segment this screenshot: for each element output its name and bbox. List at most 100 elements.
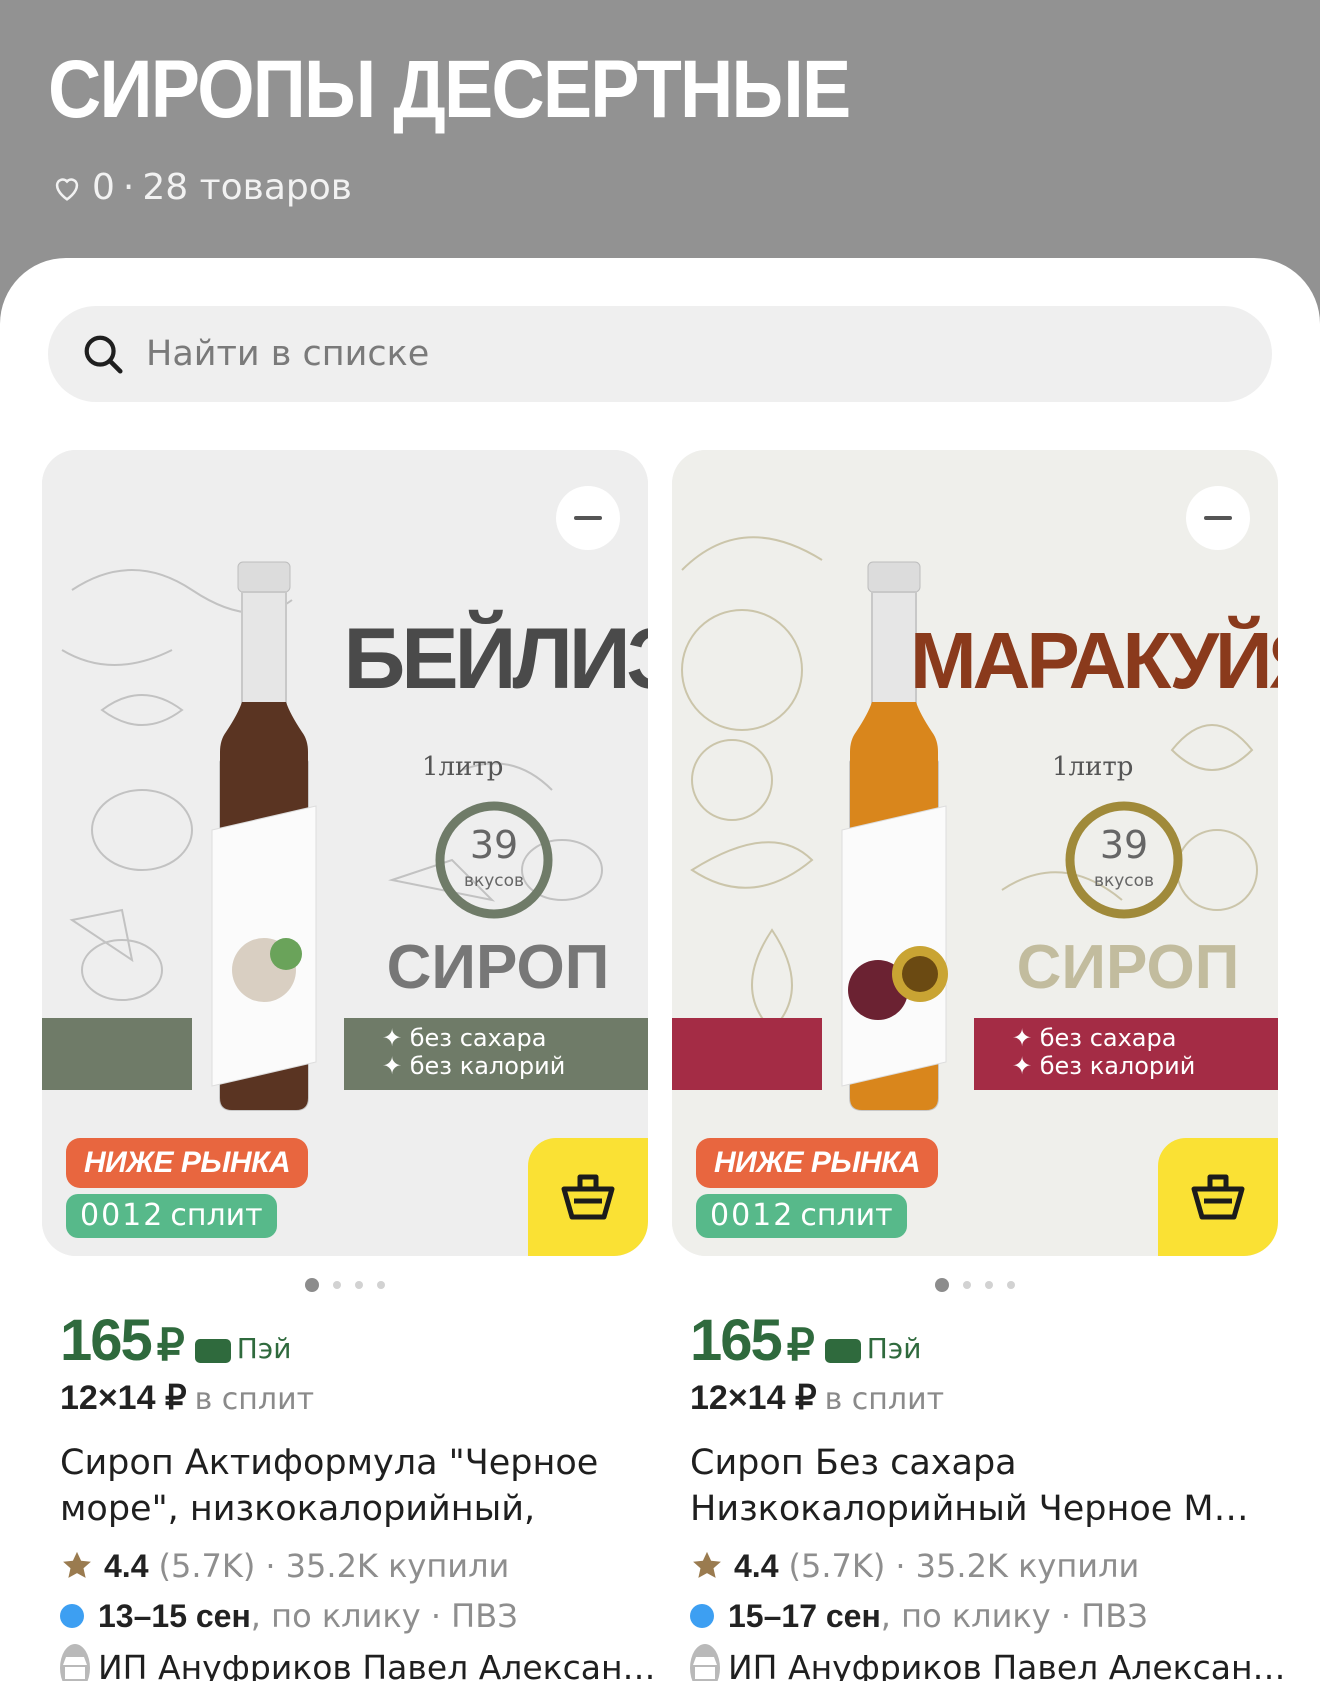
star-icon bbox=[63, 1551, 91, 1578]
product-image[interactable]: БЕЙЛИЗ 1литр 39 вкусов СИРОП ✦ без сахар… bbox=[42, 450, 648, 1256]
below-market-badge: НИЖЕ РЫНКА bbox=[696, 1138, 939, 1188]
price-currency: ₽ bbox=[156, 1321, 185, 1370]
pagination-dot[interactable] bbox=[377, 1281, 385, 1289]
split-code: 0012 bbox=[710, 1198, 795, 1233]
add-to-cart-button[interactable] bbox=[528, 1138, 648, 1256]
card-icon bbox=[194, 1339, 231, 1363]
art-flavor: БЕЙЛИЗ bbox=[343, 610, 648, 707]
product-image[interactable]: МАРАКУЙЯ 1литр 39 вкусов СИРОП ✦ без сах… bbox=[672, 450, 1278, 1256]
product-card[interactable]: МАРАКУЙЯ 1литр 39 вкусов СИРОП ✦ без сах… bbox=[672, 450, 1286, 1681]
pagination-dot[interactable] bbox=[963, 1281, 971, 1289]
rating-row: 4.4 (5.7K) · 35.2K купили bbox=[60, 1546, 648, 1586]
rating-row: 4.4 (5.7K) · 35.2K купили bbox=[690, 1546, 1278, 1586]
product-card[interactable]: БЕЙЛИЗ 1литр 39 вкусов СИРОП ✦ без сахар… bbox=[42, 450, 656, 1681]
product-info: 165 ₽ Пэй 12×14 ₽ в сплит Сироп Без саха… bbox=[672, 1308, 1286, 1681]
split-badge: 0012 сплит bbox=[696, 1194, 907, 1238]
card-icon bbox=[824, 1339, 861, 1363]
pagination-dot[interactable] bbox=[1007, 1281, 1015, 1289]
art-tastes-num: 39 bbox=[1100, 823, 1148, 867]
pagination-dot[interactable] bbox=[305, 1278, 319, 1292]
art-bullet-1: ✦ без сахара bbox=[382, 1024, 546, 1052]
add-to-cart-button[interactable] bbox=[1158, 1138, 1278, 1256]
art-product: СИРОП bbox=[1017, 933, 1240, 1002]
split-word: сплит bbox=[170, 1198, 263, 1233]
price-value: 165 bbox=[690, 1308, 783, 1373]
basket-icon bbox=[1191, 1174, 1245, 1220]
search-input[interactable] bbox=[146, 334, 1046, 374]
price-currency: ₽ bbox=[786, 1321, 815, 1370]
pagination-dot[interactable] bbox=[333, 1281, 341, 1289]
art-tastes-word: вкусов bbox=[1094, 871, 1154, 891]
delivery-rest: , по клику · ПВЗ bbox=[250, 1597, 518, 1635]
stripe-left bbox=[672, 1018, 822, 1090]
art-volume: 1литр bbox=[422, 752, 503, 782]
delivery-row: 13–15 сен, по клику · ПВЗ bbox=[60, 1596, 648, 1636]
split-amount: 12×14 ₽ bbox=[60, 1379, 187, 1417]
rating-value: 4.4 bbox=[104, 1548, 149, 1584]
reviews-count: (5.7K) bbox=[158, 1547, 256, 1585]
remove-button[interactable] bbox=[556, 486, 620, 550]
seller-row[interactable]: ИП Ануфриков Павел Алексан… bbox=[690, 1644, 1286, 1681]
product-artwork: БЕЙЛИЗ 1литр 39 вкусов СИРОП ✦ без сахар… bbox=[42, 450, 648, 1256]
basket-icon bbox=[561, 1174, 615, 1220]
art-bullet-2: ✦ без калорий bbox=[1012, 1052, 1195, 1080]
below-market-badge: НИЖЕ РЫНКА bbox=[66, 1138, 309, 1188]
minus-icon bbox=[1204, 516, 1232, 520]
price-value: 165 bbox=[60, 1308, 153, 1373]
heart-icon[interactable] bbox=[50, 171, 84, 205]
stripe-left bbox=[42, 1018, 192, 1090]
remove-button[interactable] bbox=[1186, 486, 1250, 550]
split-price: 12×14 ₽ в сплит bbox=[60, 1378, 648, 1418]
delivery-date: 13–15 сен bbox=[98, 1598, 251, 1634]
bought-count: · 35.2K купили bbox=[895, 1547, 1140, 1585]
image-pagination bbox=[672, 1278, 1278, 1292]
split-amount: 12×14 ₽ bbox=[690, 1379, 817, 1417]
pagination-dot[interactable] bbox=[935, 1278, 949, 1292]
product-name[interactable]: Сироп Актиформула "Черное море", низкока… bbox=[60, 1440, 620, 1532]
list-header: СИРОПЫ ДЕСЕРТНЫЕ 0 · 28 товаров bbox=[0, 0, 1320, 270]
price: 165 ₽ Пэй bbox=[690, 1308, 1278, 1374]
split-word: сплит bbox=[800, 1198, 893, 1233]
pay-text: Пэй bbox=[866, 1331, 922, 1365]
items-count: 28 товаров bbox=[142, 167, 352, 208]
pay-label: Пэй bbox=[824, 1331, 922, 1365]
search-bar[interactable] bbox=[48, 306, 1272, 402]
art-product: СИРОП bbox=[387, 933, 610, 1002]
pay-text: Пэй bbox=[236, 1331, 292, 1365]
price: 165 ₽ Пэй bbox=[60, 1308, 648, 1374]
seller-name: ИП Ануфриков Павел Алексан… bbox=[98, 1648, 656, 1681]
split-suffix: в сплит bbox=[194, 1382, 315, 1417]
shop-icon bbox=[690, 1644, 720, 1681]
split-badge: 0012 сплит bbox=[66, 1194, 277, 1238]
product-info: 165 ₽ Пэй 12×14 ₽ в сплит Сироп Актиформ… bbox=[42, 1308, 656, 1681]
image-pagination bbox=[42, 1278, 648, 1292]
product-name[interactable]: Сироп Без сахара Низкокалорийный Черное … bbox=[690, 1440, 1250, 1532]
delivery-rest: , по клику · ПВЗ bbox=[880, 1597, 1148, 1635]
reviews-count: (5.7K) bbox=[788, 1547, 886, 1585]
minus-icon bbox=[574, 516, 602, 520]
dot-icon bbox=[690, 1604, 714, 1628]
meta-separator: · bbox=[122, 167, 135, 208]
search-icon bbox=[84, 335, 123, 374]
list-meta: 0 · 28 товаров bbox=[50, 166, 352, 210]
pay-label: Пэй bbox=[194, 1331, 292, 1365]
seller-name: ИП Ануфриков Павел Алексан… bbox=[728, 1648, 1286, 1681]
art-flavor: МАРАКУЙЯ bbox=[910, 615, 1278, 705]
art-bullet-1: ✦ без сахара bbox=[1012, 1024, 1176, 1052]
page-title: СИРОПЫ ДЕСЕРТНЫЕ bbox=[48, 44, 851, 135]
delivery-row: 15–17 сен, по клику · ПВЗ bbox=[690, 1596, 1278, 1636]
art-volume: 1литр bbox=[1052, 752, 1133, 782]
likes-count: 0 bbox=[92, 167, 115, 208]
rating-value: 4.4 bbox=[734, 1548, 779, 1584]
pagination-dot[interactable] bbox=[355, 1281, 363, 1289]
art-tastes-num: 39 bbox=[470, 823, 518, 867]
art-tastes-word: вкусов bbox=[464, 871, 524, 891]
delivery-date: 15–17 сен bbox=[728, 1598, 881, 1634]
split-code: 0012 bbox=[80, 1198, 165, 1233]
dot-icon bbox=[60, 1604, 84, 1628]
art-bullet-2: ✦ без калорий bbox=[382, 1052, 565, 1080]
seller-row[interactable]: ИП Ануфриков Павел Алексан… bbox=[60, 1644, 656, 1681]
bought-count: · 35.2K купили bbox=[265, 1547, 510, 1585]
split-price: 12×14 ₽ в сплит bbox=[690, 1378, 1278, 1418]
pagination-dot[interactable] bbox=[985, 1281, 993, 1289]
